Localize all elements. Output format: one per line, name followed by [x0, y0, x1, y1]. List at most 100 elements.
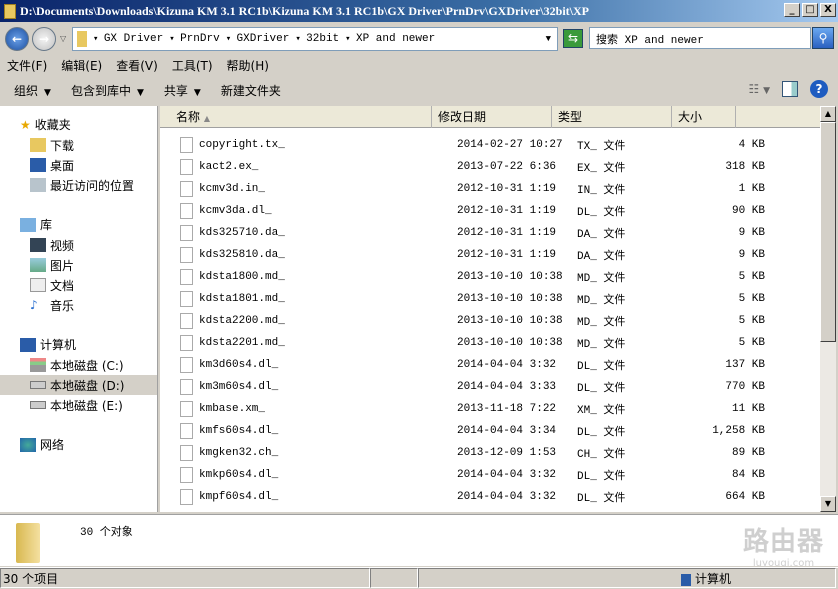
- label: 音乐: [50, 297, 74, 314]
- sidebar-computer[interactable]: 计算机: [20, 336, 76, 353]
- minimize-button[interactable]: _: [784, 3, 800, 17]
- video-icon: [30, 238, 46, 252]
- address-bar[interactable]: GX Driver PrnDrv GXDriver 32bit XP and n…: [72, 27, 558, 51]
- file-date: 2014-04-04 3:32: [451, 491, 571, 503]
- file-rows: copyright.tx_ 2014-02-27 10:27 TX_ 文件 4 …: [160, 134, 820, 508]
- file-size: 137 KB: [691, 359, 771, 371]
- status-location: 计算机: [418, 568, 836, 588]
- file-size: 4 KB: [691, 139, 771, 151]
- forward-button[interactable]: →: [32, 27, 56, 51]
- breadcrumb-xp-and-newer[interactable]: XP and newer: [345, 33, 435, 45]
- file-size: 664 KB: [691, 491, 771, 503]
- file-size: 9 KB: [691, 249, 771, 261]
- file-row[interactable]: kmkp60s4.dl_ 2014-04-04 3:32 DL_ 文件 84 K…: [160, 464, 820, 486]
- desktop-icon: [30, 158, 46, 172]
- scroll-thumb[interactable]: [820, 122, 836, 342]
- sidebar-network[interactable]: 网络: [20, 436, 64, 453]
- file-date: 2014-04-04 3:32: [451, 469, 571, 481]
- close-button[interactable]: X: [820, 3, 836, 17]
- back-button[interactable]: ←: [5, 27, 29, 51]
- file-date: 2013-10-10 10:38: [451, 271, 571, 283]
- label: 视频: [50, 237, 74, 254]
- file-size: 318 KB: [691, 161, 771, 173]
- file-row[interactable]: km3d60s4.dl_ 2014-04-04 3:32 DL_ 文件 137 …: [160, 354, 820, 376]
- file-row[interactable]: kmgken32.ch_ 2013-12-09 1:53 CH_ 文件 89 K…: [160, 442, 820, 464]
- sidebar-item-recent[interactable]: 最近访问的位置: [30, 175, 134, 195]
- menu-file[interactable]: 文件(F): [7, 56, 47, 76]
- library-icon: [20, 218, 36, 232]
- sidebar-item-music[interactable]: ♪音乐: [30, 295, 74, 315]
- file-row[interactable]: copyright.tx_ 2014-02-27 10:27 TX_ 文件 4 …: [160, 134, 820, 156]
- view-options-icon[interactable]: ☷ ▼: [749, 82, 771, 96]
- file-row[interactable]: kdsta2201.md_ 2013-10-10 10:38 MD_ 文件 5 …: [160, 332, 820, 354]
- new-folder-button[interactable]: 新建文件夹: [221, 82, 281, 99]
- breadcrumb-gx-driver[interactable]: GX Driver: [93, 33, 163, 45]
- sidebar-item-downloads[interactable]: 下载: [30, 135, 74, 155]
- organize-button[interactable]: 组织▼: [14, 82, 51, 99]
- sidebar-item-drive-e[interactable]: 本地磁盘 (E:): [30, 395, 123, 415]
- file-type: MD_ 文件: [571, 269, 691, 285]
- file-row[interactable]: kdsta2200.md_ 2013-10-10 10:38 MD_ 文件 5 …: [160, 310, 820, 332]
- sidebar-favorites[interactable]: ★收藏夹: [20, 116, 71, 133]
- file-row[interactable]: km3m60s4.dl_ 2014-04-04 3:33 DL_ 文件 770 …: [160, 376, 820, 398]
- sidebar-item-pictures[interactable]: 图片: [30, 255, 74, 275]
- help-icon[interactable]: ?: [810, 80, 828, 98]
- column-header-date[interactable]: 修改日期: [432, 106, 552, 128]
- system-drive-icon: [30, 358, 46, 372]
- file-type: DA_ 文件: [571, 225, 691, 241]
- file-row[interactable]: kds325810.da_ 2012-10-31 1:19 DA_ 文件 9 K…: [160, 244, 820, 266]
- sort-ascending-icon: ▲: [204, 114, 210, 123]
- file-row[interactable]: kmbase.xm_ 2013-11-18 7:22 XM_ 文件 11 KB: [160, 398, 820, 420]
- sidebar-item-drive-d[interactable]: 本地磁盘 (D:): [0, 375, 157, 395]
- file-row[interactable]: kmfs60s4.dl_ 2014-04-04 3:34 DL_ 文件 1,25…: [160, 420, 820, 442]
- label: 名称: [176, 110, 200, 124]
- file-row[interactable]: kdsta1801.md_ 2013-10-10 10:38 MD_ 文件 5 …: [160, 288, 820, 310]
- menu-view[interactable]: 查看(V): [116, 56, 158, 76]
- favorites-label: 收藏夹: [35, 116, 71, 133]
- menu-tools[interactable]: 工具(T): [172, 56, 213, 76]
- file-icon: [180, 225, 193, 241]
- file-date: 2013-10-10 10:38: [451, 315, 571, 327]
- menu-edit[interactable]: 编辑(E): [61, 56, 102, 76]
- breadcrumb-prndrv[interactable]: PrnDrv: [169, 33, 219, 45]
- menu-help[interactable]: 帮助(H): [227, 56, 269, 76]
- label: 计算机: [40, 336, 76, 353]
- file-row[interactable]: kmpf60s4.dl_ 2014-04-04 3:32 DL_ 文件 664 …: [160, 486, 820, 508]
- file-row[interactable]: kdsta1800.md_ 2013-10-10 10:38 MD_ 文件 5 …: [160, 266, 820, 288]
- sidebar-item-drive-c[interactable]: 本地磁盘 (C:): [30, 355, 124, 375]
- file-size: 1,258 KB: [691, 425, 771, 437]
- preview-pane-icon[interactable]: [782, 81, 798, 97]
- file-row[interactable]: kds325710.da_ 2012-10-31 1:19 DA_ 文件 9 K…: [160, 222, 820, 244]
- sidebar-libraries[interactable]: 库: [20, 216, 52, 233]
- sidebar-item-desktop[interactable]: 桌面: [30, 155, 74, 175]
- breadcrumb-32bit[interactable]: 32bit: [295, 33, 339, 45]
- search-input[interactable]: 搜索 XP and newer: [589, 27, 811, 49]
- maximize-button[interactable]: □: [802, 3, 818, 17]
- watermark-main: 路由器: [743, 521, 824, 558]
- search-icon[interactable]: ⚲: [812, 27, 834, 49]
- file-row[interactable]: kcmv3da.dl_ 2012-10-31 1:19 DL_ 文件 90 KB: [160, 200, 820, 222]
- file-row[interactable]: kact2.ex_ 2013-07-22 6:36 EX_ 文件 318 KB: [160, 156, 820, 178]
- address-row: ← → ▽ GX Driver PrnDrv GXDriver 32bit XP…: [0, 24, 838, 54]
- column-header-name[interactable]: 名称 ▲: [160, 106, 432, 128]
- column-header-type[interactable]: 类型: [552, 106, 672, 128]
- history-dropdown-icon[interactable]: ▽: [60, 34, 66, 43]
- file-date: 2013-10-10 10:38: [451, 293, 571, 305]
- column-header-size[interactable]: 大小: [672, 106, 736, 128]
- breadcrumb-gxdriver[interactable]: GXDriver: [226, 33, 290, 45]
- file-row[interactable]: kcmv3d.in_ 2012-10-31 1:19 IN_ 文件 1 KB: [160, 178, 820, 200]
- sidebar-item-documents[interactable]: 文档: [30, 275, 74, 295]
- folder-icon: [4, 4, 16, 19]
- include-in-library-button[interactable]: 包含到库中▼: [71, 82, 144, 99]
- file-type: CH_ 文件: [571, 445, 691, 461]
- scroll-down-button[interactable]: ▼: [820, 496, 836, 512]
- scroll-up-button[interactable]: ▲: [820, 106, 836, 122]
- chevron-down-icon[interactable]: ▼: [546, 34, 551, 44]
- watermark: 路由器 luyouqi.com: [743, 521, 824, 569]
- share-button[interactable]: 共享▼: [164, 82, 201, 99]
- refresh-button[interactable]: ⇆: [563, 29, 583, 48]
- details-pane: 30 个对象 路由器 luyouqi.com: [0, 514, 838, 566]
- vertical-scrollbar[interactable]: ▲ ▼: [820, 106, 836, 512]
- file-icon: [180, 291, 193, 307]
- sidebar-item-videos[interactable]: 视频: [30, 235, 74, 255]
